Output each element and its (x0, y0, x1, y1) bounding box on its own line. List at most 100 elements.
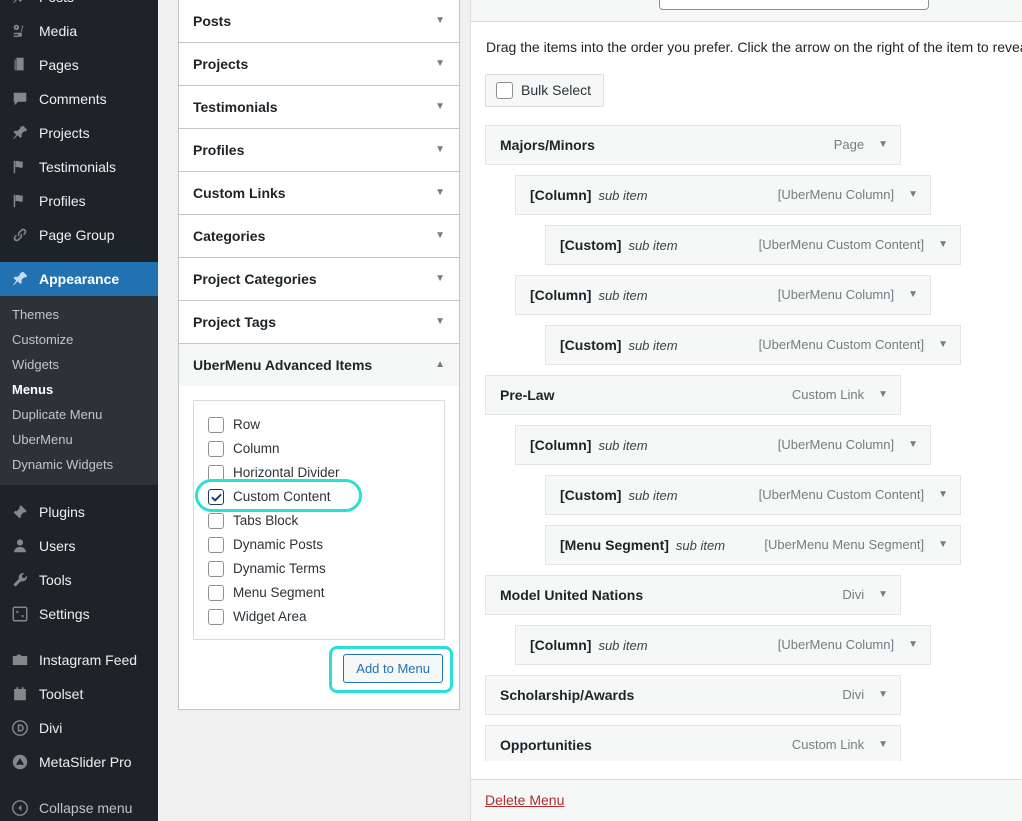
accordion-header-posts[interactable]: Posts ▼ (179, 0, 459, 42)
menu-item-row[interactable]: Opportunities Custom Link ▼ (485, 724, 901, 765)
checkbox-custom-content[interactable] (208, 489, 224, 505)
chevron-down-icon[interactable]: ▼ (878, 389, 888, 400)
chevron-down-icon[interactable]: ▼ (435, 188, 445, 198)
checkbox-row[interactable] (208, 417, 224, 433)
accordion-header-custom-links[interactable]: Custom Links ▼ (179, 172, 459, 214)
menu-item-row[interactable]: [Column] sub item [UberMenu Column] ▼ (515, 424, 931, 465)
menu-item-title: [Column] (530, 636, 592, 653)
accordion-header-categories[interactable]: Categories ▼ (179, 215, 459, 257)
chevron-down-icon[interactable]: ▼ (908, 439, 918, 450)
chevron-down-icon[interactable]: ▼ (435, 231, 445, 241)
chevron-down-icon[interactable]: ▼ (938, 539, 948, 550)
chevron-down-icon[interactable]: ▼ (878, 139, 888, 150)
chevron-down-icon[interactable]: ▼ (908, 289, 918, 300)
menu-item-row[interactable]: Scholarship/Awards Divi ▼ (485, 674, 901, 715)
menu-item-row[interactable]: [Custom] sub item [UberMenu Custom Conte… (545, 324, 961, 365)
menu-item-meta: Custom Link ▼ (792, 387, 888, 402)
menu-item-row[interactable]: [Menu Segment] sub item [UberMenu Menu S… (545, 524, 961, 565)
accordion-header-projects[interactable]: Projects ▼ (179, 43, 459, 85)
checkbox-bulk-select[interactable] (496, 81, 513, 99)
accordion-panel-testimonials: Testimonials ▼ (179, 85, 459, 128)
advanced-item-row-horizontal-divider[interactable]: Horizontal Divider (204, 461, 434, 485)
sidebar-item-comments[interactable]: Comments (0, 82, 158, 116)
accordion-header-profiles[interactable]: Profiles ▼ (179, 129, 459, 171)
menu-name-input[interactable] (659, 0, 929, 10)
accordion-title: Custom Links (193, 185, 286, 201)
checkbox-menu-segment[interactable] (208, 585, 224, 601)
chevron-down-icon[interactable]: ▼ (908, 189, 918, 200)
sidebar-item-posts[interactable]: Posts (0, 0, 158, 14)
checkbox-dynamic-posts[interactable] (208, 537, 224, 553)
menu-item-row[interactable]: Majors/Minors Page ▼ (485, 124, 901, 165)
chevron-down-icon[interactable]: ▼ (435, 145, 445, 155)
bulk-select-toggle[interactable]: Bulk Select (485, 73, 605, 107)
chevron-down-icon[interactable]: ▼ (435, 274, 445, 284)
advanced-item-row-dynamic-terms[interactable]: Dynamic Terms (204, 557, 434, 581)
advanced-item-row-custom-content[interactable]: Custom Content (195, 479, 434, 512)
chevron-down-icon[interactable]: ▼ (938, 489, 948, 500)
sidebar-subitem-duplicate-menu[interactable]: Duplicate Menu (0, 402, 158, 427)
sidebar-item-instagram-feed[interactable]: Instagram Feed (0, 643, 158, 677)
add-to-menu-button[interactable]: Add to Menu (343, 654, 443, 683)
chevron-up-icon[interactable]: ▲ (435, 360, 445, 370)
menu-item-row[interactable]: [Column] sub item [UberMenu Column] ▼ (515, 274, 931, 315)
advanced-item-row-column[interactable]: Column (204, 437, 434, 461)
sidebar-item-projects[interactable]: Projects (0, 116, 158, 150)
checkbox-dynamic-terms[interactable] (208, 561, 224, 577)
sidebar-item-divi[interactable]: Divi (0, 711, 158, 745)
sidebar-item-users[interactable]: Users (0, 529, 158, 563)
sidebar-subitem-customize[interactable]: Customize (0, 327, 158, 352)
advanced-item-row-dynamic-posts[interactable]: Dynamic Posts (204, 533, 434, 557)
menu-item-row[interactable]: [Custom] sub item [UberMenu Custom Conte… (545, 474, 961, 515)
pin-icon (10, 0, 30, 7)
checkbox-tabs-block[interactable] (208, 513, 224, 529)
sidebar-item-toolset[interactable]: Toolset (0, 677, 158, 711)
menu-item-row[interactable]: Pre-Law Custom Link ▼ (485, 374, 901, 415)
chevron-down-icon[interactable]: ▼ (435, 59, 445, 69)
menu-item-row[interactable]: [Column] sub item [UberMenu Column] ▼ (515, 174, 931, 215)
chevron-down-icon[interactable]: ▼ (878, 589, 888, 600)
sidebar-subitem-ubermenu[interactable]: UberMenu (0, 427, 158, 452)
advanced-item-label: Tabs Block (233, 513, 299, 528)
sidebar-item-metaslider-pro[interactable]: MetaSlider Pro (0, 745, 158, 779)
sidebar-item-pages[interactable]: Pages (0, 48, 158, 82)
chevron-down-icon[interactable]: ▼ (435, 317, 445, 327)
advanced-item-row-tabs-block[interactable]: Tabs Block (204, 509, 434, 533)
accordion-header-project-categories[interactable]: Project Categories ▼ (179, 258, 459, 300)
chevron-down-icon[interactable]: ▼ (908, 639, 918, 650)
menu-item-row[interactable]: Model United Nations Divi ▼ (485, 574, 901, 615)
sidebar-item-testimonials[interactable]: Testimonials (0, 150, 158, 184)
advanced-item-row-row[interactable]: Row (204, 413, 434, 437)
sidebar-item-page-group[interactable]: Page Group (0, 218, 158, 252)
sidebar-item-profiles[interactable]: Profiles (0, 184, 158, 218)
checkbox-horizontal-divider[interactable] (208, 465, 224, 481)
sidebar-subitem-menus[interactable]: Menus (0, 377, 158, 402)
sidebar-item-settings[interactable]: Settings (0, 597, 158, 631)
delete-menu-link[interactable]: Delete Menu (485, 792, 564, 808)
chevron-down-icon[interactable]: ▼ (435, 102, 445, 112)
accordion-header-project-tags[interactable]: Project Tags ▼ (179, 301, 459, 343)
chevron-down-icon[interactable]: ▼ (938, 239, 948, 250)
menu-item-title: [Column] (530, 436, 592, 453)
advanced-item-row-widget-area[interactable]: Widget Area (204, 605, 434, 629)
sidebar-item-tools[interactable]: Tools (0, 563, 158, 597)
chevron-down-icon[interactable]: ▼ (938, 339, 948, 350)
chevron-down-icon[interactable]: ▼ (878, 739, 888, 750)
appearance-submenu: Themes Customize Widgets Menus Duplicate… (0, 296, 158, 485)
sidebar-subitem-dynamic-widgets[interactable]: Dynamic Widgets (0, 452, 158, 477)
accordion-header-testimonials[interactable]: Testimonials ▼ (179, 86, 459, 128)
menu-item-row[interactable]: [Custom] sub item [UberMenu Custom Conte… (545, 224, 961, 265)
sidebar-item-appearance[interactable]: Appearance (0, 262, 158, 296)
sidebar-subitem-widgets[interactable]: Widgets (0, 352, 158, 377)
collapse-menu-button[interactable]: Collapse menu (0, 791, 158, 821)
advanced-item-row-menu-segment[interactable]: Menu Segment (204, 581, 434, 605)
checkbox-widget-area[interactable] (208, 609, 224, 625)
accordion-header-ubermenu-advanced-items[interactable]: UberMenu Advanced Items ▲ (179, 344, 459, 386)
chevron-down-icon[interactable]: ▼ (878, 689, 888, 700)
sidebar-item-media[interactable]: Media (0, 14, 158, 48)
sidebar-item-plugins[interactable]: Plugins (0, 495, 158, 529)
menu-item-row[interactable]: [Column] sub item [UberMenu Column] ▼ (515, 624, 931, 665)
chevron-down-icon[interactable]: ▼ (435, 16, 445, 26)
sidebar-subitem-themes[interactable]: Themes (0, 302, 158, 327)
checkbox-column[interactable] (208, 441, 224, 457)
